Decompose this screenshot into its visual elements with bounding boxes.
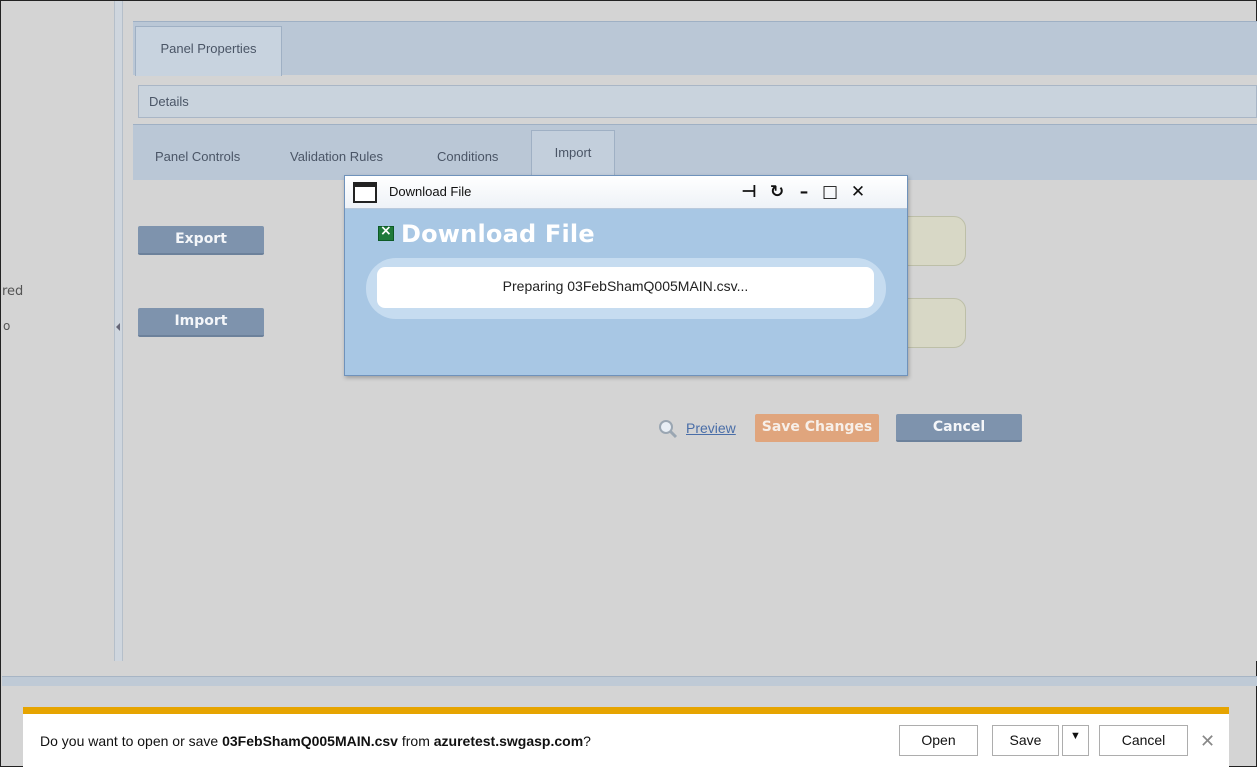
import-button[interactable]: Import	[138, 308, 264, 337]
notification-middle: from	[397, 733, 434, 749]
tab-validation-rules[interactable]: Validation Rules	[290, 149, 383, 164]
chevron-down-icon: ▼	[1070, 730, 1081, 742]
notification-suffix: ?	[583, 733, 591, 749]
left-pane-label-2: o	[3, 319, 11, 333]
notification-cancel-button[interactable]: Cancel	[1099, 725, 1188, 756]
cancel-button[interactable]: Cancel	[896, 414, 1022, 442]
download-file-dialog: Download File ⊣ ↻ – □ ✕ Download File Pr…	[344, 175, 908, 376]
app-window: red o Panel Properties Details Panel Con…	[0, 0, 1257, 767]
top-tab-bar: Panel Properties	[133, 21, 1257, 76]
bottom-separator	[2, 676, 1257, 686]
download-notification-bar: Do you want to open or save 03FebShamQ00…	[23, 707, 1229, 767]
magnifier-icon[interactable]	[657, 419, 679, 439]
minimize-icon[interactable]: –	[794, 181, 814, 203]
progress-status: Preparing 03FebShamQ005MAIN.csv...	[377, 267, 874, 308]
refresh-icon[interactable]: ↻	[767, 181, 787, 203]
notification-prefix: Do you want to open or save	[40, 733, 223, 749]
tab-conditions[interactable]: Conditions	[437, 149, 498, 164]
preview-link[interactable]: Preview	[686, 420, 736, 436]
left-pane: red o	[2, 1, 114, 661]
save-changes-button[interactable]: Save Changes	[755, 414, 879, 442]
excel-icon	[378, 223, 394, 241]
notification-message: Do you want to open or save 03FebShamQ00…	[40, 733, 591, 749]
tab-import[interactable]: Import	[531, 130, 615, 181]
notification-filename: 03FebShamQ005MAIN.csv	[222, 733, 398, 749]
details-bar[interactable]: Details	[138, 85, 1257, 118]
collapse-arrow-icon[interactable]	[116, 323, 120, 331]
progress-container: Preparing 03FebShamQ005MAIN.csv...	[366, 258, 886, 319]
window-icon	[353, 182, 377, 203]
open-button[interactable]: Open	[899, 725, 978, 756]
pin-icon[interactable]: ⊣	[739, 181, 759, 203]
pane-splitter[interactable]	[114, 1, 123, 661]
maximize-icon[interactable]: □	[820, 181, 840, 203]
left-pane-label: red	[2, 284, 24, 299]
dialog-heading: Download File	[401, 220, 595, 248]
save-button[interactable]: Save	[992, 725, 1059, 756]
tab-panel-controls[interactable]: Panel Controls	[155, 149, 240, 164]
dialog-title: Download File	[389, 184, 472, 199]
close-notification-icon[interactable]: ✕	[1200, 731, 1215, 752]
save-options-dropdown[interactable]: ▼	[1062, 725, 1089, 756]
dialog-titlebar[interactable]: Download File ⊣ ↻ – □ ✕	[345, 176, 907, 209]
close-icon[interactable]: ✕	[848, 181, 868, 203]
tab-panel-properties[interactable]: Panel Properties	[135, 26, 282, 76]
sub-tab-bar: Panel Controls Validation Rules Conditio…	[133, 124, 1257, 181]
export-button[interactable]: Export	[138, 226, 264, 255]
notification-domain: azuretest.swgasp.com	[433, 733, 584, 749]
